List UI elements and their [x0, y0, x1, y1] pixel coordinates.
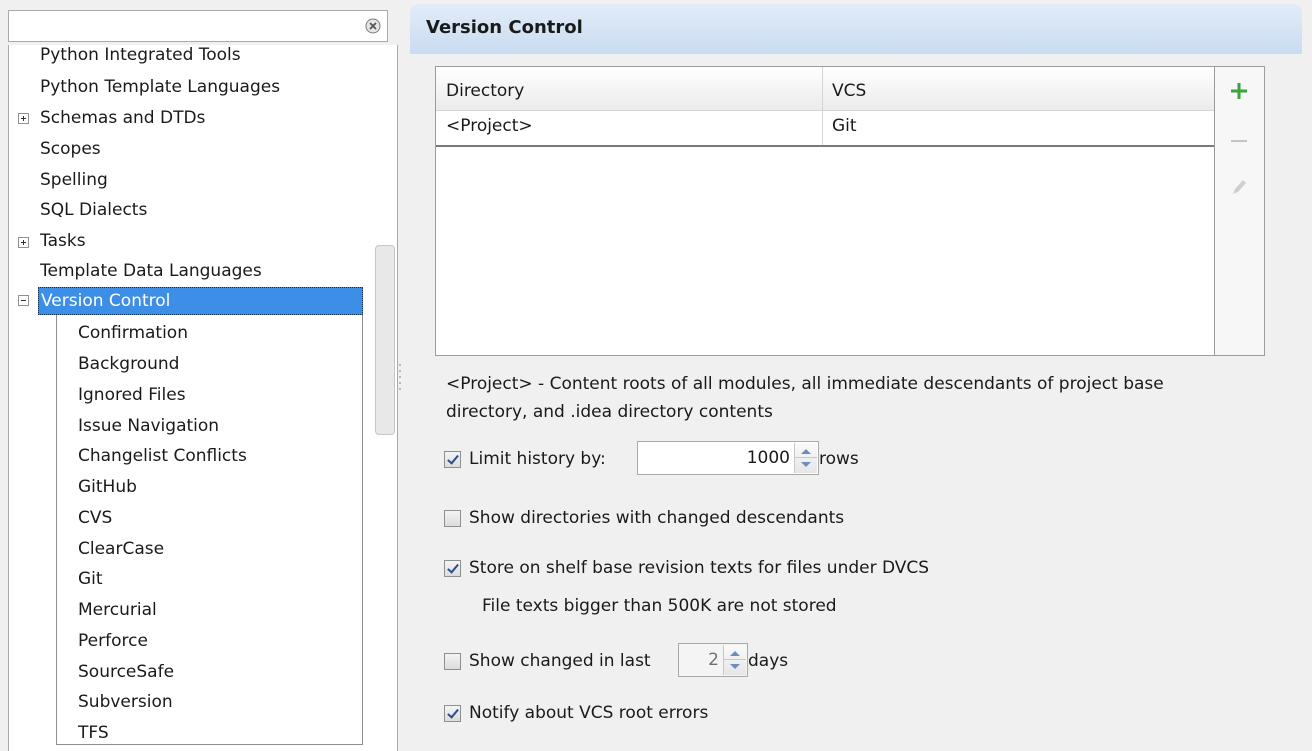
- tree-item-spelling[interactable]: Spelling: [40, 166, 108, 194]
- project-description: <Project> - Content roots of all modules…: [446, 374, 1164, 422]
- tree-item-git[interactable]: Git: [78, 565, 103, 593]
- tree-item-python-template-languages[interactable]: Python Template Languages: [40, 73, 280, 101]
- column-header-vcs[interactable]: VCS: [822, 67, 1214, 111]
- collapse-icon[interactable]: [18, 295, 29, 306]
- store-shelf-label: Store on shelf base revision texts for f…: [469, 558, 930, 578]
- show-dirs-row: Show directories with changed descendant…: [444, 505, 844, 531]
- show-changed-checkbox[interactable]: [444, 652, 461, 670]
- tree-item-issue-navigation[interactable]: Issue Navigation: [78, 412, 219, 440]
- tree-item-tfs[interactable]: TFS: [78, 719, 109, 747]
- version-control-panel: Version Control Directory VCS <Project> …: [410, 0, 1312, 751]
- edit-mapping-button[interactable]: [1227, 175, 1251, 199]
- settings-tree[interactable]: Python Integrated Tools Python Template …: [8, 45, 398, 751]
- show-changed-row: Show changed in last: [444, 648, 651, 674]
- show-dirs-label: Show directories with changed descendant…: [469, 508, 845, 528]
- tree-item-template-data-languages[interactable]: Template Data Languages: [40, 257, 262, 285]
- store-shelf-checkbox[interactable]: [444, 559, 461, 577]
- tree-item-sql-dialects[interactable]: SQL Dialects: [40, 196, 147, 224]
- table-cell-directory[interactable]: <Project>: [436, 111, 822, 147]
- tree-item-scopes[interactable]: Scopes: [40, 135, 101, 163]
- show-changed-unit: days: [748, 651, 789, 671]
- tree-item-cvs[interactable]: CVS: [78, 504, 112, 532]
- column-header-directory[interactable]: Directory: [436, 67, 822, 111]
- tree-scrollbar-thumb[interactable]: [375, 245, 395, 435]
- notify-label: Notify about VCS root errors: [469, 703, 709, 723]
- tree-item-background[interactable]: Background: [78, 350, 179, 378]
- spinner-arrows-icon[interactable]: [723, 645, 746, 675]
- tree-item-version-control[interactable]: Version Control: [38, 287, 363, 315]
- tree-item-tasks[interactable]: Tasks: [40, 227, 86, 255]
- tree-item-github[interactable]: GitHub: [78, 473, 137, 501]
- settings-search-input[interactable]: [8, 10, 388, 42]
- table-toolbar: [1215, 66, 1265, 356]
- expand-icon[interactable]: [18, 113, 29, 124]
- table-cell-vcs[interactable]: Git: [822, 111, 1214, 147]
- minus-icon: [1231, 140, 1247, 142]
- tree-item-confirmation[interactable]: Confirmation: [78, 319, 188, 347]
- panel-header: Version Control: [410, 4, 1302, 54]
- limit-history-row: Limit history by:: [444, 446, 606, 472]
- tree-item-schemas-and-dtds[interactable]: Schemas and DTDs: [40, 104, 205, 132]
- tree-item-sourcesafe[interactable]: SourceSafe: [78, 658, 174, 686]
- splitter-grip-icon[interactable]: [398, 362, 404, 396]
- show-changed-spinner[interactable]: 2: [678, 643, 748, 677]
- tree-item-clearcase[interactable]: ClearCase: [78, 535, 164, 563]
- settings-tree-pane: Python Integrated Tools Python Template …: [0, 0, 401, 751]
- store-shelf-note: File texts bigger than 500K are not stor…: [482, 596, 837, 616]
- notify-checkbox[interactable]: [444, 704, 461, 722]
- limit-history-checkbox[interactable]: [444, 450, 461, 468]
- vcs-mappings-table[interactable]: Directory VCS <Project> Git: [435, 66, 1215, 356]
- tree-item-mercurial[interactable]: Mercurial: [78, 596, 157, 624]
- add-mapping-button[interactable]: [1227, 79, 1251, 103]
- store-shelf-row: Store on shelf base revision texts for f…: [444, 555, 929, 581]
- panel-title: Version Control: [426, 17, 583, 38]
- spinner-arrows-icon[interactable]: [794, 443, 817, 473]
- limit-history-label: Limit history by:: [469, 449, 606, 469]
- limit-history-value: 1000: [746, 448, 790, 468]
- show-changed-value: 2: [708, 650, 719, 670]
- tree-item-ignored-files[interactable]: Ignored Files: [78, 381, 186, 409]
- plus-icon: [1231, 83, 1247, 99]
- limit-history-unit: rows: [819, 449, 859, 469]
- expand-icon[interactable]: [18, 237, 29, 248]
- show-dirs-checkbox[interactable]: [444, 509, 461, 527]
- notify-row: Notify about VCS root errors: [444, 700, 708, 726]
- remove-mapping-button[interactable]: [1227, 129, 1251, 153]
- tree-item-subversion[interactable]: Subversion: [78, 688, 173, 716]
- tree-item-perforce[interactable]: Perforce: [78, 627, 148, 655]
- tree-item-changelist-conflicts[interactable]: Changelist Conflicts: [78, 442, 247, 470]
- clear-search-icon[interactable]: [365, 18, 381, 34]
- tree-item-label: Version Control: [41, 291, 171, 311]
- pencil-icon: [1233, 180, 1246, 194]
- show-changed-label: Show changed in last: [469, 651, 651, 671]
- limit-history-spinner[interactable]: 1000: [637, 441, 819, 475]
- tree-item-python-integrated-tools[interactable]: Python Integrated Tools: [40, 45, 241, 69]
